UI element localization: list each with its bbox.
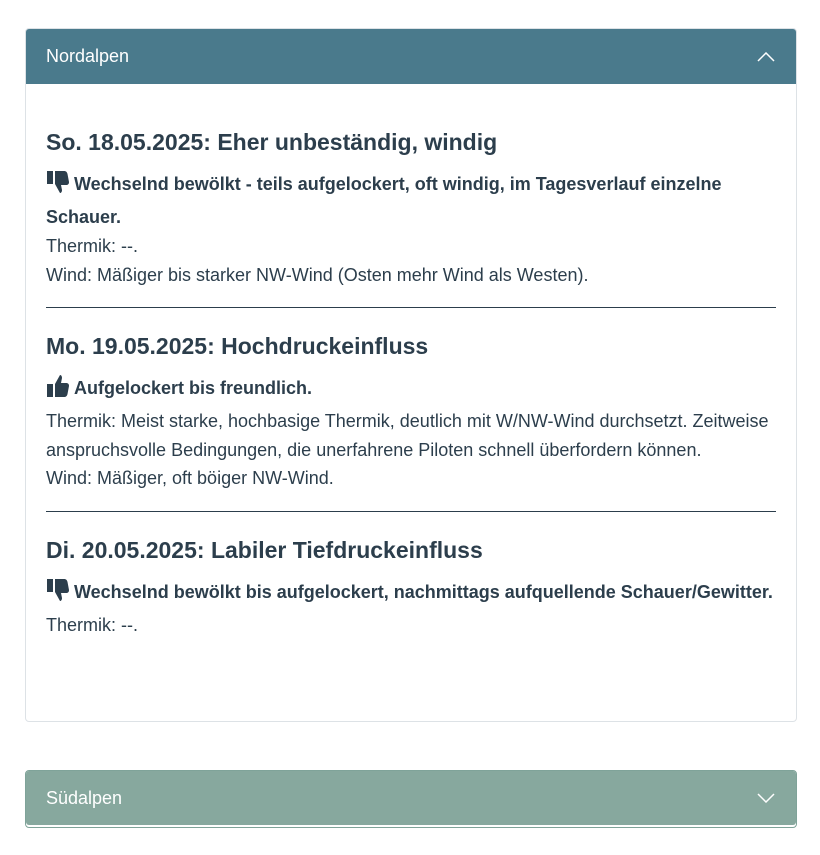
- day-heading: Di. 20.05.2025: Labiler Tiefdruckeinflus…: [46, 536, 483, 563]
- chevron-up-icon[interactable]: [756, 47, 776, 67]
- day-summary: Wechselnd bewölkt - teils aufgelockert, …: [46, 170, 776, 232]
- thermik-text: Thermik: --.: [46, 236, 138, 256]
- thumbs-up-icon: [46, 374, 70, 407]
- panel-suedalpen: Südalpen: [25, 770, 797, 828]
- wind-text: Wind: Mäßiger bis starker NW-Wind (Osten…: [46, 264, 589, 285]
- thumbs-down-icon: [46, 578, 70, 611]
- panel-header-nordalpen[interactable]: Nordalpen: [26, 29, 796, 84]
- forecast-day: Di. 20.05.2025: Labiler Tiefdruckeinflus…: [46, 510, 776, 640]
- panel-body: So. 18.05.2025: Eher unbeständig, windig…: [26, 84, 796, 639]
- day-summary: Aufgelockert bis freundlich.: [46, 374, 776, 407]
- day-heading: So. 18.05.2025: Eher unbeständig, windig: [46, 129, 498, 155]
- forecast-day: Mo. 19.05.2025: Hochdruckeinfluss Aufgel…: [46, 307, 776, 511]
- panel-title: Südalpen: [46, 787, 123, 808]
- wind-text: Wind: Mäßiger, oft böiger NW-Wind.: [46, 468, 334, 488]
- forecast-day: So. 18.05.2025: Eher unbeständig, windig…: [46, 84, 776, 307]
- chevron-down-icon[interactable]: [756, 788, 776, 808]
- thermik-text: Thermik: --.: [46, 614, 138, 635]
- thermik-text: Thermik: Meist starke, hochbasige Thermi…: [46, 411, 769, 460]
- day-summary: Wechselnd bewölkt bis aufgelockert, nach…: [46, 578, 776, 611]
- panel-header-suedalpen[interactable]: Südalpen: [26, 771, 796, 825]
- panel-nordalpen: Nordalpen So. 18.05.2025: Eher unbeständ…: [25, 28, 797, 722]
- panel-title: Nordalpen: [46, 46, 130, 66]
- day-heading: Mo. 19.05.2025: Hochdruckeinfluss: [46, 333, 429, 359]
- thumbs-down-icon: [46, 170, 70, 203]
